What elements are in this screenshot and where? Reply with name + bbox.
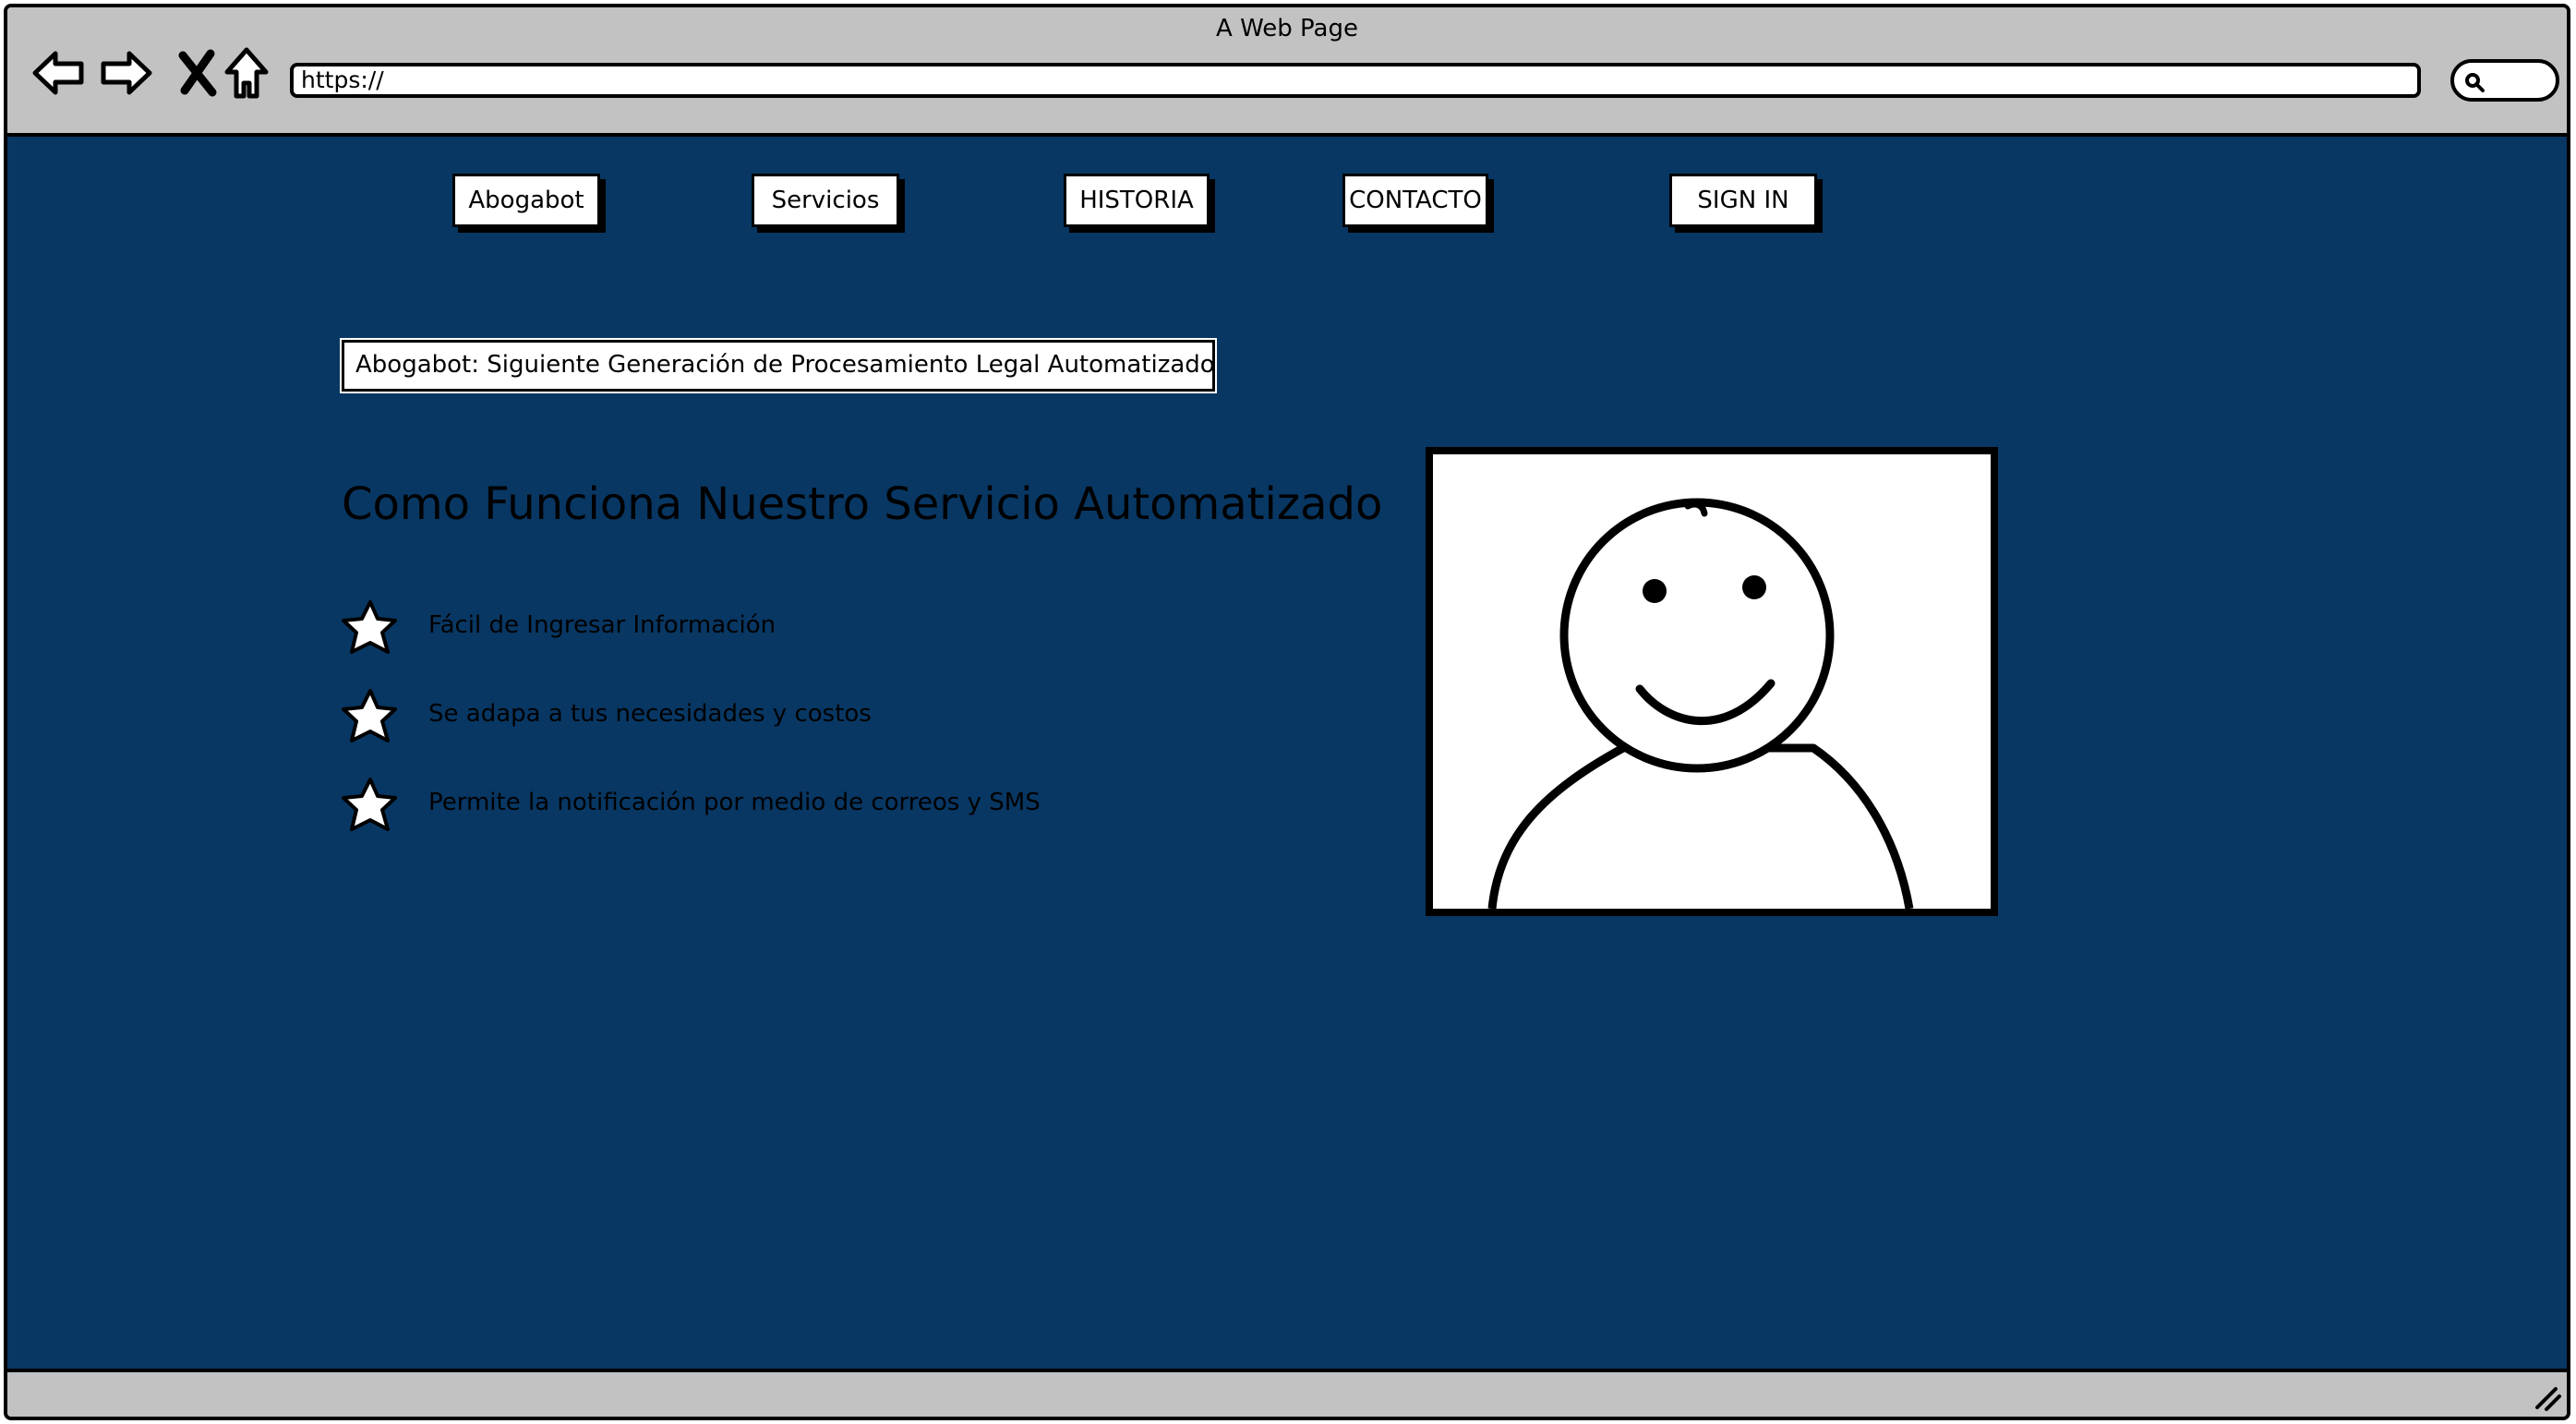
resize-grip-icon[interactable] bbox=[2530, 1380, 2563, 1413]
browser-window: A Web Page https:// Abogabot Servicios H… bbox=[4, 4, 2570, 1420]
star-icon bbox=[342, 689, 397, 742]
window-title: A Web Page bbox=[1216, 15, 1358, 42]
url-input[interactable]: https:// bbox=[290, 63, 2421, 98]
star-icon bbox=[342, 778, 397, 831]
page-content: Abogabot Servicios HISTORIA CONTACTO SIG… bbox=[7, 137, 2567, 1376]
nav-button-servicios[interactable]: Servicios bbox=[752, 174, 899, 227]
smiley-person-icon bbox=[1426, 447, 1998, 916]
nav-button-contacto[interactable]: CONTACTO bbox=[1342, 174, 1488, 227]
browser-titlebar: A Web Page https:// bbox=[7, 7, 2567, 137]
browser-status-bar bbox=[7, 1369, 2567, 1417]
feature-text: Fácil de Ingresar Información bbox=[428, 611, 776, 639]
browser-search-field[interactable] bbox=[2450, 59, 2559, 102]
forward-arrow-icon[interactable] bbox=[98, 44, 155, 102]
search-icon bbox=[2465, 73, 2485, 92]
tagline-banner: Abogabot: Siguiente Generación de Proces… bbox=[340, 338, 1217, 393]
feature-text: Permite la notificación por medio de cor… bbox=[428, 789, 1041, 816]
back-arrow-icon[interactable] bbox=[30, 44, 87, 102]
star-icon bbox=[342, 600, 397, 654]
nav-button-abogabot[interactable]: Abogabot bbox=[452, 174, 600, 227]
nav-button-historia[interactable]: HISTORIA bbox=[1064, 174, 1210, 227]
home-icon[interactable] bbox=[218, 44, 275, 102]
nav-button-sign-in[interactable]: SIGN IN bbox=[1669, 174, 1817, 227]
feature-text: Se adapa a tus necesidades y costos bbox=[428, 700, 872, 728]
page-heading: Como Funciona Nuestro Servicio Automatiz… bbox=[342, 478, 1383, 530]
